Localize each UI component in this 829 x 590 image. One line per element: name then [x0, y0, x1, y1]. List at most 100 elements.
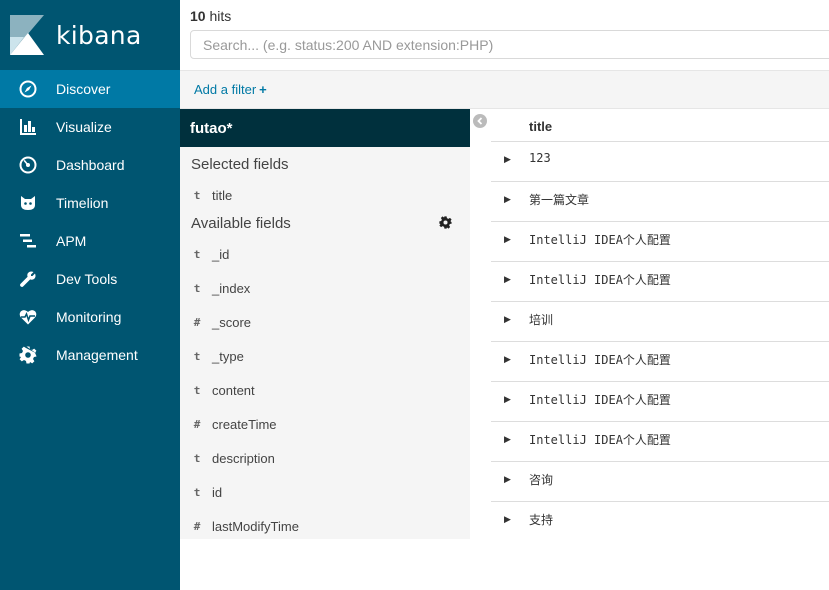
expand-caret-icon[interactable]: ▶	[504, 434, 511, 445]
sidebar-item-timelion[interactable]: Timelion	[0, 184, 180, 222]
index-pattern-selector[interactable]: futao*	[180, 109, 470, 147]
sidebar-item-label: Monitoring	[56, 309, 122, 325]
field-item-title[interactable]: t title	[180, 181, 470, 209]
field-item-index[interactable]: t _index	[180, 271, 470, 305]
field-name: lastModifyTime	[212, 518, 299, 534]
add-filter-label: Add a filter	[194, 82, 257, 97]
field-item-lastmodifytime[interactable]: # lastModifyTime	[180, 509, 470, 543]
cell-title: 第一篇文章	[529, 193, 590, 207]
expand-caret-icon[interactable]: ▶	[504, 234, 511, 245]
sidebar-item-apm[interactable]: APM	[0, 222, 180, 260]
table-row[interactable]: ▶ 第一篇文章	[491, 182, 829, 222]
selected-fields-title: Selected fields	[180, 147, 470, 181]
hit-count-label: hits	[209, 8, 232, 24]
table-row[interactable]: ▶ 123	[491, 142, 829, 182]
field-name: description	[212, 450, 275, 466]
kibana-logo-icon	[10, 15, 44, 55]
add-filter-button[interactable]: Add a filter +	[194, 82, 267, 97]
cell-title: IntelliJ IDEA个人配置	[529, 273, 671, 287]
sidebar-item-dashboard[interactable]: Dashboard	[0, 146, 180, 184]
field-item-createtime[interactable]: # createTime	[180, 407, 470, 441]
expand-caret-icon[interactable]: ▶	[504, 194, 511, 205]
cell-title: 123	[529, 151, 551, 165]
field-name: content	[212, 382, 255, 398]
available-fields-list: t _id t _index # _score t _type t content # cr…	[180, 237, 470, 543]
field-type-icon: #	[193, 519, 201, 533]
field-type-icon: #	[193, 417, 201, 431]
cell-title: 咨询	[529, 473, 554, 487]
cell-title: IntelliJ IDEA个人配置	[529, 433, 671, 447]
table-row[interactable]: ▶ 培训	[491, 302, 829, 342]
wrench-icon	[17, 268, 39, 290]
compass-icon	[17, 78, 39, 100]
table-row[interactable]: ▶ IntelliJ IDEA个人配置	[491, 342, 829, 382]
sidebar-item-discover[interactable]: Discover	[0, 70, 180, 108]
table-row[interactable]: ▶ IntelliJ IDEA个人配置	[491, 382, 829, 422]
sidebar-item-management[interactable]: Management	[0, 336, 180, 374]
table-row[interactable]: ▶ IntelliJ IDEA个人配置	[491, 262, 829, 302]
sidebar-nav: kibana Discover Visualize Dashboard Time…	[0, 0, 180, 590]
field-name: _id	[212, 246, 230, 262]
field-settings-gear-icon[interactable]	[439, 216, 452, 229]
sidebar-item-monitoring[interactable]: Monitoring	[0, 298, 180, 336]
field-item-score[interactable]: # _score	[180, 305, 470, 339]
column-header-title[interactable]: title	[529, 119, 552, 134]
document-table: ▶ 123 ▶ 第一篇文章 ▶ IntelliJ IDEA个人配置 ▶ IntelliJ…	[491, 142, 829, 542]
search-input[interactable]	[190, 30, 829, 59]
index-pattern-name: futao*	[190, 119, 233, 137]
field-item-description[interactable]: t description	[180, 441, 470, 475]
expand-caret-icon[interactable]: ▶	[504, 354, 511, 365]
field-item-type[interactable]: t _type	[180, 339, 470, 373]
hit-count-value: 10	[190, 8, 206, 24]
field-name: title	[212, 187, 233, 203]
cell-title: 支持	[529, 513, 554, 527]
expand-caret-icon[interactable]: ▶	[504, 514, 511, 525]
field-type-icon: t	[193, 281, 201, 295]
sidebar-item-label: Dashboard	[56, 157, 125, 173]
collapse-sidebar-chevron-left-icon[interactable]	[473, 114, 487, 128]
sidebar-item-label: Timelion	[56, 195, 109, 211]
cell-title: 培训	[529, 313, 554, 327]
plus-icon: +	[259, 82, 267, 97]
sidebar-item-dev-tools[interactable]: Dev Tools	[0, 260, 180, 298]
hit-count: 10 hits	[190, 8, 231, 24]
timelion-cat-icon	[17, 192, 39, 214]
field-item-id-2[interactable]: t id	[180, 475, 470, 509]
field-item-id[interactable]: t _id	[180, 237, 470, 271]
expand-caret-icon[interactable]: ▶	[504, 274, 511, 285]
field-type-string-icon: t	[193, 188, 201, 202]
field-type-icon: t	[193, 451, 201, 465]
apm-bars-icon	[17, 230, 39, 252]
expand-caret-icon[interactable]: ▶	[504, 314, 511, 325]
cell-title: IntelliJ IDEA个人配置	[529, 393, 671, 407]
table-row[interactable]: ▶ 咨询	[491, 462, 829, 502]
field-sidebar: futao* Selected fields t title Available…	[180, 109, 470, 539]
bar-chart-icon	[17, 116, 39, 138]
selected-fields-label: Selected fields	[191, 155, 289, 173]
table-row[interactable]: ▶ IntelliJ IDEA个人配置	[491, 222, 829, 262]
gear-icon	[17, 344, 39, 366]
sidebar-item-label: Dev Tools	[56, 271, 118, 287]
expand-caret-icon[interactable]: ▶	[504, 394, 511, 405]
field-name: _score	[212, 314, 252, 330]
field-name: _type	[212, 348, 244, 364]
sidebar-item-visualize[interactable]: Visualize	[0, 108, 180, 146]
field-type-icon: t	[193, 349, 201, 363]
available-fields-label: Available fields	[191, 214, 291, 232]
sidebar-item-label: APM	[56, 233, 87, 249]
expand-caret-icon[interactable]: ▶	[504, 154, 511, 165]
table-header: title	[491, 110, 829, 142]
table-row[interactable]: ▶ 支持	[491, 502, 829, 542]
expand-caret-icon[interactable]: ▶	[504, 474, 511, 485]
field-name: _index	[212, 280, 251, 296]
field-type-icon: #	[193, 315, 201, 329]
cell-title: IntelliJ IDEA个人配置	[529, 353, 671, 367]
field-type-icon: t	[193, 383, 201, 397]
kibana-logo[interactable]: kibana	[0, 0, 180, 70]
field-type-icon: t	[193, 485, 201, 499]
available-fields-title: Available fields	[180, 209, 470, 237]
field-item-content[interactable]: t content	[180, 373, 470, 407]
dashboard-gauge-icon	[17, 154, 39, 176]
sidebar-item-label: Discover	[56, 81, 111, 97]
table-row[interactable]: ▶ IntelliJ IDEA个人配置	[491, 422, 829, 462]
